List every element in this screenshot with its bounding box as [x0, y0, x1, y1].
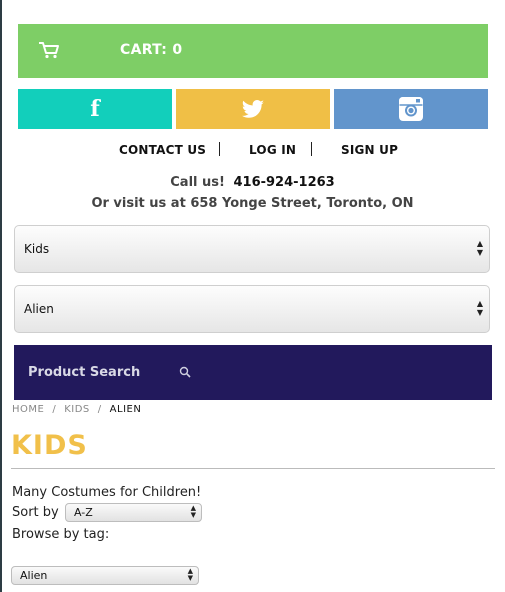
page-title: KIDS: [11, 430, 88, 461]
sign-up-link[interactable]: SIGN UP: [341, 143, 398, 157]
twitter-icon: [241, 100, 264, 118]
instagram-icon: [399, 97, 423, 121]
product-search-bar: [14, 345, 492, 400]
breadcrumb-home[interactable]: HOME: [12, 404, 44, 415]
cart-label: CART: 0: [120, 42, 183, 58]
breadcrumb-separator: /: [52, 404, 57, 415]
left-edge-border: [0, 0, 2, 592]
nav-divider: [219, 142, 220, 156]
subcategory-select[interactable]: Alien ▲ ▼: [14, 285, 490, 333]
product-search-input[interactable]: [14, 345, 492, 400]
select-arrows-icon: ▲ ▼: [190, 504, 196, 519]
account-nav: CONTACT US LOG IN SIGN UP: [0, 140, 505, 160]
facebook-icon: f: [90, 96, 100, 122]
breadcrumb-current: ALIEN: [109, 404, 142, 415]
sort-by-label: Sort by: [12, 505, 59, 520]
breadcrumb: HOME / KIDS / ALIEN: [12, 404, 141, 415]
twitter-button[interactable]: [176, 89, 330, 129]
call-us-label: Call us!: [170, 175, 225, 190]
call-us-line: Call us! 416-924-1263: [0, 175, 505, 190]
select-arrows-icon: ▲ ▼: [476, 239, 483, 257]
sort-select[interactable]: A-Z ▲ ▼: [65, 503, 202, 522]
log-in-link[interactable]: LOG IN: [249, 143, 296, 157]
store-address: Or visit us at 658 Yonge Street, Toronto…: [91, 196, 414, 211]
category-select[interactable]: Kids ▲ ▼: [14, 225, 490, 273]
breadcrumb-separator: /: [97, 404, 102, 415]
browse-by-tag-label: Browse by tag:: [12, 527, 110, 542]
sort-select-value: A-Z: [74, 506, 93, 519]
tag-select-value: Alien: [20, 569, 48, 582]
search-icon[interactable]: [179, 366, 191, 378]
phone-number[interactable]: 416-924-1263: [233, 175, 334, 190]
cart-button[interactable]: CART: 0: [18, 24, 488, 78]
contact-us-link[interactable]: CONTACT US: [119, 143, 206, 157]
category-select-value: Kids: [24, 242, 50, 256]
select-arrows-icon: ▲ ▼: [187, 567, 193, 582]
nav-divider: [311, 142, 312, 156]
facebook-button[interactable]: f: [18, 89, 172, 129]
collection-description: Many Costumes for Children!: [12, 485, 202, 500]
title-divider: [11, 468, 495, 469]
instagram-button[interactable]: [334, 89, 488, 129]
breadcrumb-kids[interactable]: KIDS: [64, 404, 90, 415]
tag-select[interactable]: Alien ▲ ▼: [11, 566, 199, 585]
subcategory-select-value: Alien: [24, 302, 54, 316]
cart-icon: [39, 42, 59, 59]
select-arrows-icon: ▲ ▼: [476, 299, 483, 317]
